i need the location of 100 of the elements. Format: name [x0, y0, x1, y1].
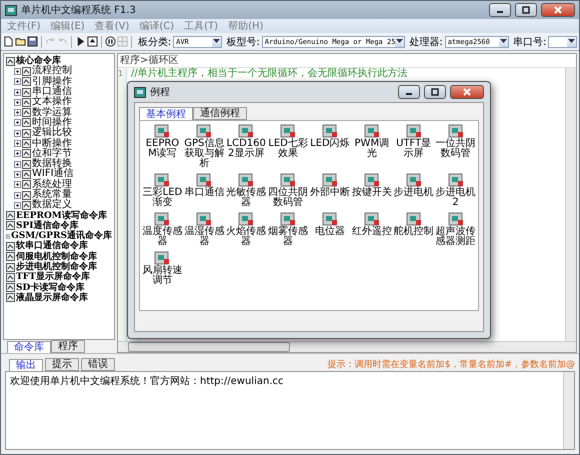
expand-icon[interactable]: [14, 181, 21, 188]
maximize-icon: [429, 87, 441, 97]
expand-icon[interactable]: [14, 140, 21, 148]
example-label[interactable]: PWM调光: [351, 139, 392, 159]
example-label[interactable]: 风扇转速调节: [142, 266, 183, 286]
tree-item[interactable]: 系统常量: [32, 190, 72, 200]
example-label[interactable]: LCD1602显示屏: [226, 139, 267, 159]
maximize-icon: [520, 5, 532, 15]
menu-item[interactable]: 帮助(H): [228, 19, 264, 33]
maximize-button[interactable]: [424, 85, 446, 99]
tree-item[interactable]: 时间操作: [32, 118, 72, 128]
expand-icon[interactable]: [14, 192, 21, 198]
tree-item[interactable]: 逻辑比较: [32, 128, 72, 138]
tree-item[interactable]: TFT显示屏命令库: [16, 272, 90, 282]
tree-item[interactable]: 中断操作: [32, 138, 72, 149]
tree-item[interactable]: SPI通信命令库: [16, 220, 78, 231]
expand-icon[interactable]: [14, 98, 21, 106]
tab[interactable]: 通信例程: [193, 107, 247, 120]
tree-item[interactable]: 步进电机控制命令库: [16, 262, 97, 272]
tab[interactable]: 提示: [45, 358, 79, 371]
example-label[interactable]: 按键开关: [351, 188, 392, 198]
tab[interactable]: 命令库: [7, 341, 51, 353]
tree-item[interactable]: 数据定义: [32, 200, 72, 210]
tab[interactable]: 输出: [9, 359, 43, 371]
tree-item[interactable]: SD卡读写命令库: [16, 282, 84, 293]
example-label[interactable]: 光敏传感器: [226, 188, 267, 208]
board-icon: [364, 173, 380, 187]
tree-item[interactable]: GSM/GPRS通讯命令库: [11, 231, 112, 242]
close-button[interactable]: [541, 3, 575, 17]
hint-text: 提示：调用时需在变量名前加$，常量名前加#，参数名前加@: [328, 358, 575, 371]
expand-icon[interactable]: [14, 150, 21, 158]
expand-icon[interactable]: [14, 78, 21, 86]
tab[interactable]: 错误: [81, 358, 115, 371]
example-label[interactable]: LED七彩效果: [268, 139, 308, 159]
board-icon: [280, 124, 296, 138]
example-label[interactable]: 一位共阴数码管: [435, 139, 476, 159]
expand-icon[interactable]: [14, 160, 21, 168]
example-label[interactable]: 舵机控制: [393, 227, 434, 237]
board-icon: [238, 124, 254, 138]
board-icon: [364, 212, 380, 226]
save-icon[interactable]: [27, 36, 38, 47]
tree-item[interactable]: EEPROM读写命令库: [16, 210, 107, 221]
example-label[interactable]: 四位共阴数码管: [268, 188, 308, 208]
example-label[interactable]: 串口通信: [184, 188, 225, 198]
example-label[interactable]: 步进电机: [393, 188, 434, 198]
expand-icon[interactable]: [14, 68, 21, 75]
dropdown[interactable]: [548, 36, 577, 48]
example-label[interactable]: 步进电机2: [435, 188, 476, 208]
open-folder-icon[interactable]: [15, 36, 26, 47]
expand-icon[interactable]: [14, 130, 21, 137]
example-label[interactable]: 外部中断: [310, 188, 350, 198]
menu-item[interactable]: 编辑(E): [50, 19, 85, 33]
minimize-button[interactable]: [398, 85, 420, 99]
tree-item[interactable]: 文本操作: [32, 97, 72, 108]
menu-item[interactable]: 查看(V): [94, 19, 130, 33]
maximize-button[interactable]: [515, 3, 537, 17]
expand-icon[interactable]: [14, 170, 21, 178]
board-icon: [154, 173, 170, 187]
tree-item[interactable]: 软串口通信命令库: [16, 241, 88, 252]
expand-icon[interactable]: [14, 109, 21, 116]
example-label[interactable]: UTFT显示屏: [393, 139, 434, 159]
example-label[interactable]: GPS信息获取与解析: [184, 139, 225, 169]
expand-icon[interactable]: [14, 202, 21, 209]
minimize-button[interactable]: [489, 3, 511, 17]
example-label[interactable]: 红外遥控: [351, 227, 392, 237]
tree-item[interactable]: WIFI通信: [32, 169, 74, 180]
tree-item[interactable]: 引脚操作: [32, 76, 72, 87]
tree-item[interactable]: 系统处理: [32, 180, 72, 190]
expand-icon[interactable]: [14, 88, 21, 96]
code-comment: //单片机主程序，相当于一个无限循环，会无限循环执行此方法: [131, 68, 409, 79]
tree-item[interactable]: 串口通信: [32, 87, 72, 98]
vertical-scrollbar[interactable]: [563, 372, 574, 449]
menu-item[interactable]: 文件(F): [7, 19, 41, 33]
example-label[interactable]: 温度传感器: [142, 227, 183, 247]
example-label[interactable]: 火焰传感器: [226, 227, 267, 247]
example-label[interactable]: 温湿传感器: [184, 227, 225, 247]
tab[interactable]: 基本例程: [139, 107, 193, 120]
example-label[interactable]: 电位器: [310, 227, 350, 237]
example-label[interactable]: 三彩LED渐变: [142, 188, 183, 208]
upload-icon[interactable]: [86, 36, 98, 47]
example-label[interactable]: 超声波传感器测距: [435, 227, 476, 247]
tree-item[interactable]: 流程控制: [32, 66, 72, 76]
pause-icon[interactable]: [104, 36, 116, 47]
vertical-scrollbar[interactable]: [565, 68, 576, 341]
tree-item[interactable]: 位和字节: [32, 148, 72, 159]
example-label[interactable]: EEPROM读写: [142, 139, 183, 159]
example-label[interactable]: 烟雾传感器: [268, 227, 308, 247]
example-label[interactable]: LED闪烁: [310, 139, 350, 149]
board-icon: [196, 212, 212, 226]
tree-item[interactable]: 数学运算: [32, 108, 72, 118]
horizontal-scrollbar[interactable]: [118, 341, 576, 352]
tab[interactable]: 程序: [51, 340, 85, 353]
close-button[interactable]: [450, 85, 484, 99]
expand-icon[interactable]: [14, 119, 21, 126]
tree-item[interactable]: 伺服电机控制命令库: [16, 252, 97, 262]
app-icon: [134, 86, 146, 98]
tree-item[interactable]: 液晶显示屏命令库: [16, 292, 88, 303]
menu-item[interactable]: 工具(T): [184, 19, 218, 33]
new-file-icon[interactable]: [3, 36, 14, 47]
menu-item[interactable]: 编译(C): [139, 19, 174, 33]
